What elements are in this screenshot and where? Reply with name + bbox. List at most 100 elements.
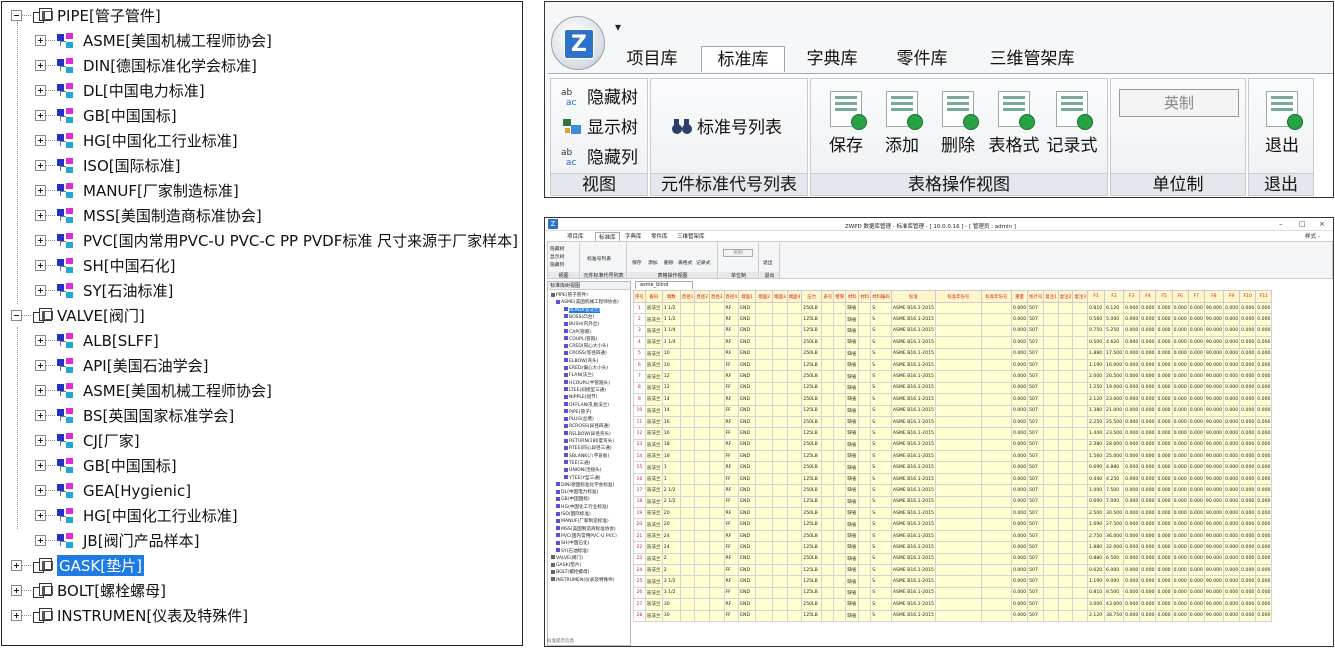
table-row[interactable]: 19 盲法兰 20 RF END 250LB 缺省 S ASME B16.1-2015 0.000… xyxy=(633,507,1273,520)
table-cell[interactable] xyxy=(833,404,847,417)
column-header[interactable]: F1 xyxy=(1087,290,1106,303)
mini-tab-dictionary[interactable]: 字典库 xyxy=(625,232,642,240)
table-cell[interactable] xyxy=(694,404,710,417)
table-cell[interactable]: 90.000 xyxy=(1203,393,1224,406)
mini-tree-node[interactable]: CROSS(等径四通) xyxy=(564,350,607,356)
table-cell[interactable]: 0.000 xyxy=(1187,575,1205,588)
table-cell[interactable]: FF xyxy=(723,586,740,600)
table-cell[interactable]: 0.000 xyxy=(1239,324,1257,338)
table-cell[interactable] xyxy=(934,563,982,577)
table-cell[interactable]: 507 xyxy=(1027,404,1045,417)
table-cell[interactable] xyxy=(694,575,710,588)
table-cell[interactable]: 0.000 xyxy=(1239,495,1257,509)
table-cell[interactable] xyxy=(858,404,872,417)
table-cell[interactable] xyxy=(1072,415,1089,429)
table-cell[interactable] xyxy=(1043,450,1059,463)
table-cell[interactable]: 125LB xyxy=(801,404,823,417)
table-cell[interactable]: END xyxy=(738,507,757,520)
table-cell[interactable] xyxy=(694,347,710,360)
table-cell[interactable] xyxy=(980,313,1012,326)
table-cell[interactable] xyxy=(1043,472,1059,486)
expand-icon[interactable] xyxy=(35,285,46,296)
table-cell[interactable]: 0.000 xyxy=(1155,461,1173,474)
table-cell[interactable] xyxy=(1043,575,1059,588)
table-cell[interactable]: 2 xyxy=(633,313,646,326)
table-cell[interactable] xyxy=(708,324,725,338)
table-cell[interactable]: 0.000 xyxy=(1155,563,1173,577)
table-cell[interactable]: 0.000 xyxy=(1171,415,1189,429)
table-cell[interactable]: 0.000 xyxy=(1123,370,1141,383)
table-cell[interactable] xyxy=(679,324,696,338)
table-cell[interactable]: FF xyxy=(723,404,740,417)
table-cell[interactable] xyxy=(755,563,774,577)
mini-tree-node[interactable]: CAP(管帽) xyxy=(564,329,591,335)
table-cell[interactable] xyxy=(821,563,835,577)
table-cell[interactable]: 0.000 xyxy=(1010,358,1029,372)
table-cell[interactable] xyxy=(772,381,788,395)
table-cell[interactable] xyxy=(821,609,835,622)
table-cell[interactable]: 0.000 xyxy=(1123,393,1141,406)
table-cell[interactable] xyxy=(755,450,774,463)
table-cell[interactable]: 0.000 xyxy=(1187,472,1205,486)
table-cell[interactable]: 125LB xyxy=(801,495,823,509)
table-cell[interactable] xyxy=(821,347,835,360)
document-tab[interactable]: asme_blind xyxy=(635,281,693,289)
expand-icon[interactable] xyxy=(35,135,46,146)
table-cell[interactable] xyxy=(934,313,982,326)
table-cell[interactable] xyxy=(934,404,982,417)
table-cell[interactable]: 10 xyxy=(661,347,681,360)
table-cell[interactable]: 8.500 xyxy=(1104,586,1125,600)
table-cell[interactable]: 0.000 xyxy=(1010,381,1029,395)
table-cell[interactable]: 0.000 xyxy=(1010,541,1029,554)
table-cell[interactable]: RF xyxy=(723,575,740,588)
table-cell[interactable]: 14 xyxy=(661,404,681,417)
table-cell[interactable] xyxy=(821,393,835,406)
table-cell[interactable] xyxy=(772,609,788,622)
mini-tree-node[interactable]: HCOUPL(半管箍头) xyxy=(564,380,610,386)
mini-hide-col[interactable]: 隐藏列 xyxy=(550,261,564,268)
table-cell[interactable] xyxy=(694,518,710,531)
table-cell[interactable] xyxy=(1072,450,1089,463)
table-cell[interactable]: 1 1/2 xyxy=(661,313,681,326)
table-cell[interactable]: 32.000 xyxy=(1104,541,1125,554)
table-cell[interactable]: 0.000 xyxy=(1222,586,1241,600)
table-cell[interactable]: 0.000 xyxy=(1123,472,1141,486)
table-cell[interactable] xyxy=(833,586,847,600)
table-cell[interactable] xyxy=(934,598,982,611)
table-cell[interactable]: 16 xyxy=(633,472,646,486)
table-cell[interactable]: 0.560 xyxy=(1087,313,1106,326)
table-cell[interactable] xyxy=(858,507,872,520)
table-cell[interactable]: ASME B16.1-2015 xyxy=(890,472,936,486)
table-cell[interactable]: 0.000 xyxy=(1222,541,1241,554)
table-cell[interactable]: END xyxy=(738,461,757,474)
table-cell[interactable]: 0.690 xyxy=(1087,461,1106,474)
table-cell[interactable] xyxy=(858,347,872,360)
table-cell[interactable]: 90.000 xyxy=(1203,518,1224,531)
tree-standard-node[interactable]: SH[中国石化] xyxy=(35,253,176,278)
hide-tree-button[interactable]: ab ac 隐藏树 xyxy=(561,83,638,109)
table-cell[interactable]: 0.000 xyxy=(1187,586,1205,600)
table-cell[interactable]: 0.000 xyxy=(1222,393,1241,406)
table-cell[interactable]: S xyxy=(870,472,892,486)
table-cell[interactable]: 0.000 xyxy=(1010,450,1029,463)
table-cell[interactable] xyxy=(772,450,788,463)
table-cell[interactable]: 2 xyxy=(661,563,681,577)
tree-standard-node[interactable]: GEA[Hygienic] xyxy=(35,478,191,503)
table-cell[interactable] xyxy=(786,415,803,429)
table-cell[interactable] xyxy=(858,313,872,326)
table-cell[interactable]: 0.000 xyxy=(1155,518,1173,531)
table-cell[interactable] xyxy=(1072,484,1089,497)
column-header[interactable]: F3 xyxy=(1123,290,1141,303)
table-cell[interactable] xyxy=(694,472,710,486)
table-cell[interactable] xyxy=(708,609,725,622)
table-cell[interactable]: 10 xyxy=(633,404,646,417)
table-cell[interactable] xyxy=(1057,586,1074,600)
table-cell[interactable] xyxy=(772,301,788,315)
table-cell[interactable]: 0.000 xyxy=(1123,518,1141,531)
table-cell[interactable]: 28.000 xyxy=(1104,438,1125,452)
table-cell[interactable] xyxy=(833,313,847,326)
expand-icon[interactable] xyxy=(35,510,46,521)
table-cell[interactable] xyxy=(833,301,847,315)
table-cell[interactable]: END xyxy=(738,324,757,338)
column-header[interactable]: 材料 xyxy=(845,290,860,303)
